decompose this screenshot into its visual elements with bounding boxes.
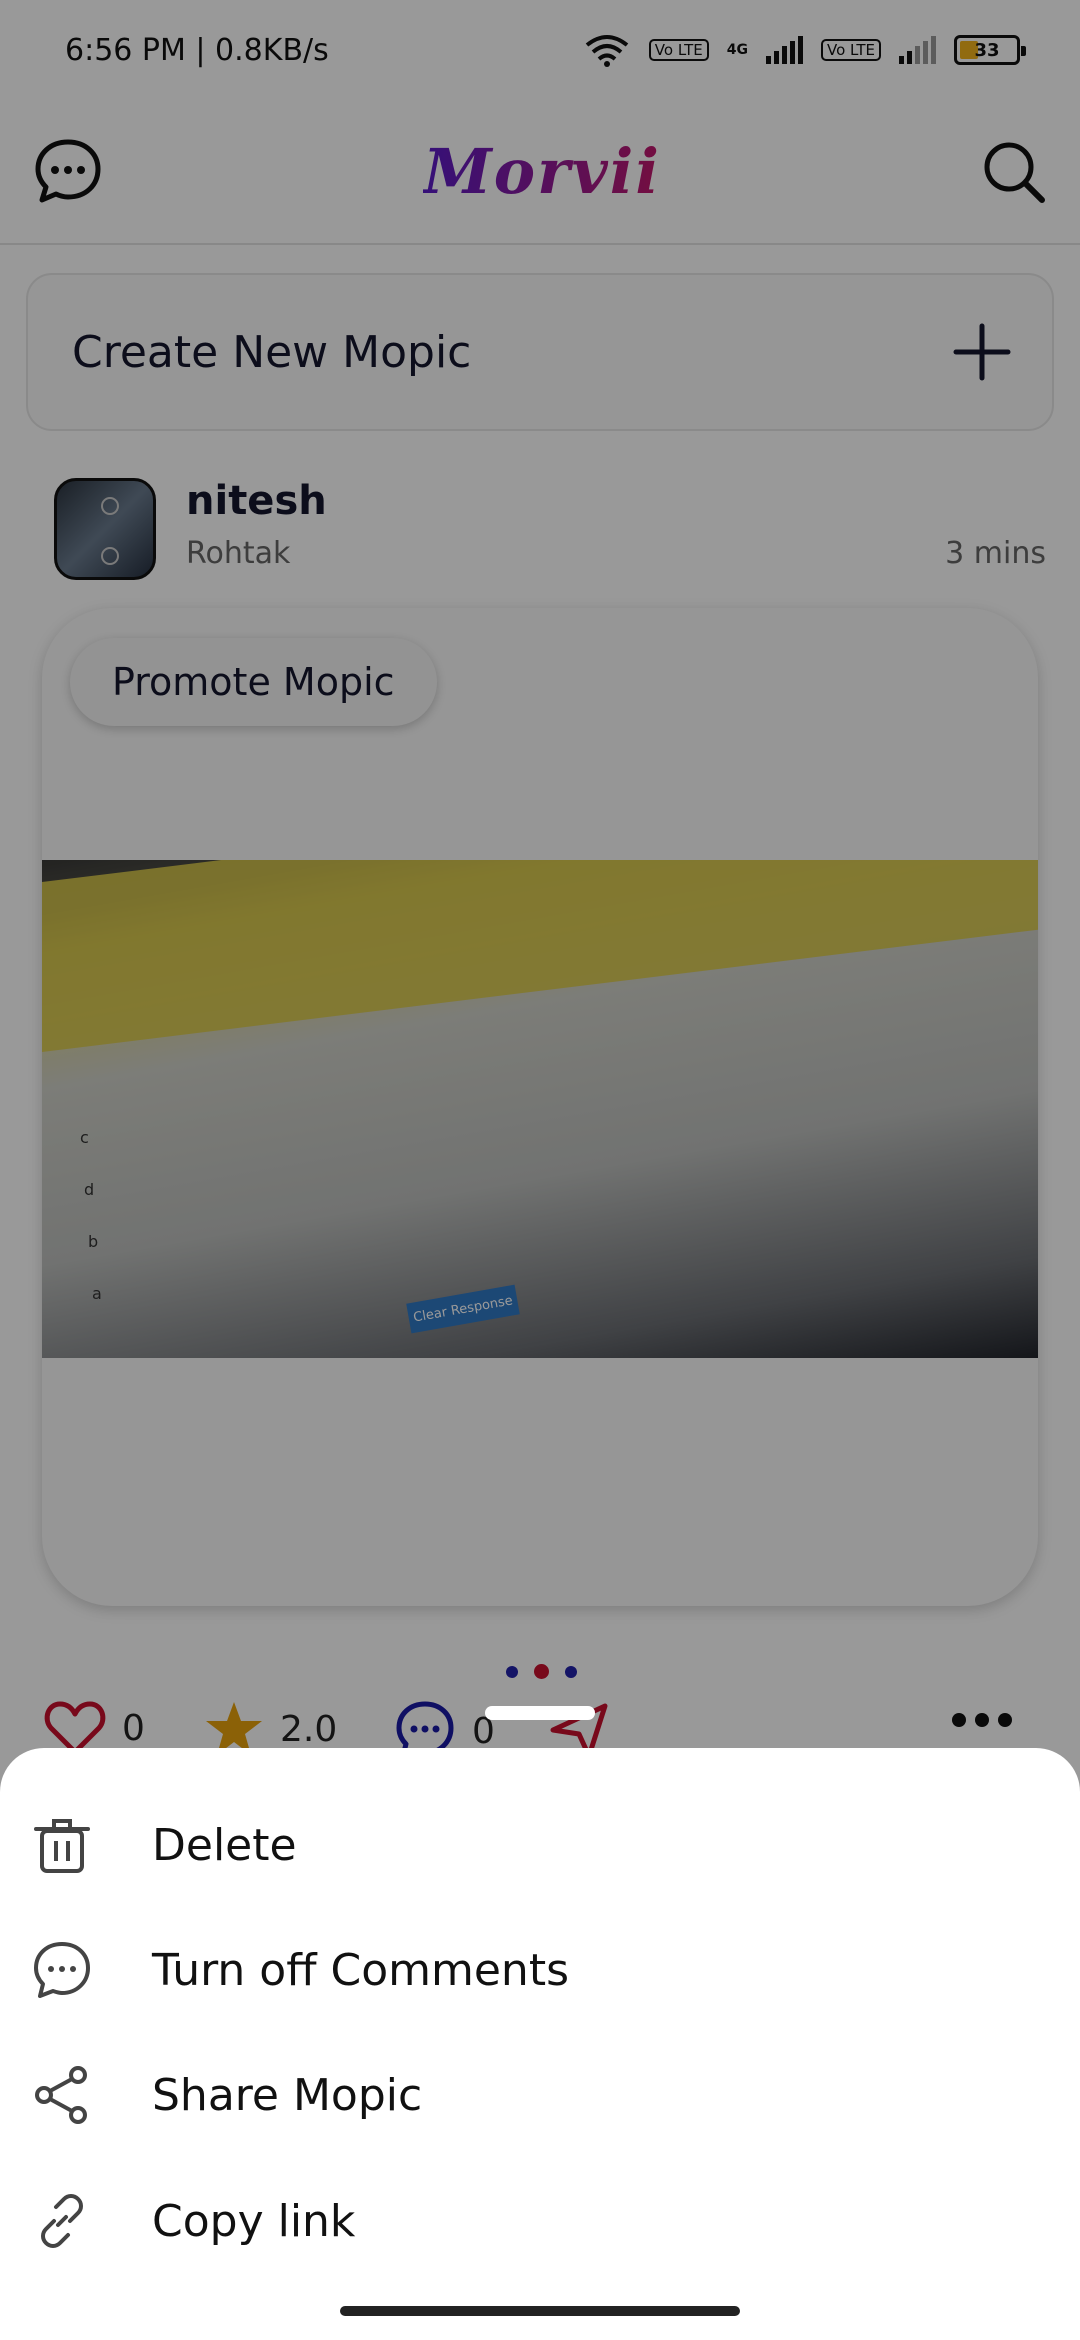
menu-item-label: Turn off Comments (152, 1944, 569, 1996)
menu-item-label: Share Mopic (152, 2069, 423, 2121)
menu-item-delete[interactable]: Delete (0, 1790, 1080, 1900)
home-indicator[interactable] (340, 2306, 740, 2316)
menu-item-copy-link[interactable]: Copy link (0, 2166, 1080, 2276)
sheet-drag-handle[interactable] (485, 1706, 595, 1720)
trash-icon (32, 1815, 92, 1875)
menu-item-share-mopic[interactable]: Share Mopic (0, 2040, 1080, 2150)
menu-item-turn-off-comments[interactable]: Turn off Comments (0, 1915, 1080, 2025)
share-icon (32, 2065, 92, 2125)
link-icon (32, 2191, 92, 2251)
options-bottom-sheet: Delete Turn off Comments Share Mopic Cop… (0, 1748, 1080, 2340)
menu-item-label: Delete (152, 1819, 297, 1871)
menu-item-label: Copy link (152, 2195, 356, 2247)
comment-icon (32, 1940, 92, 2000)
